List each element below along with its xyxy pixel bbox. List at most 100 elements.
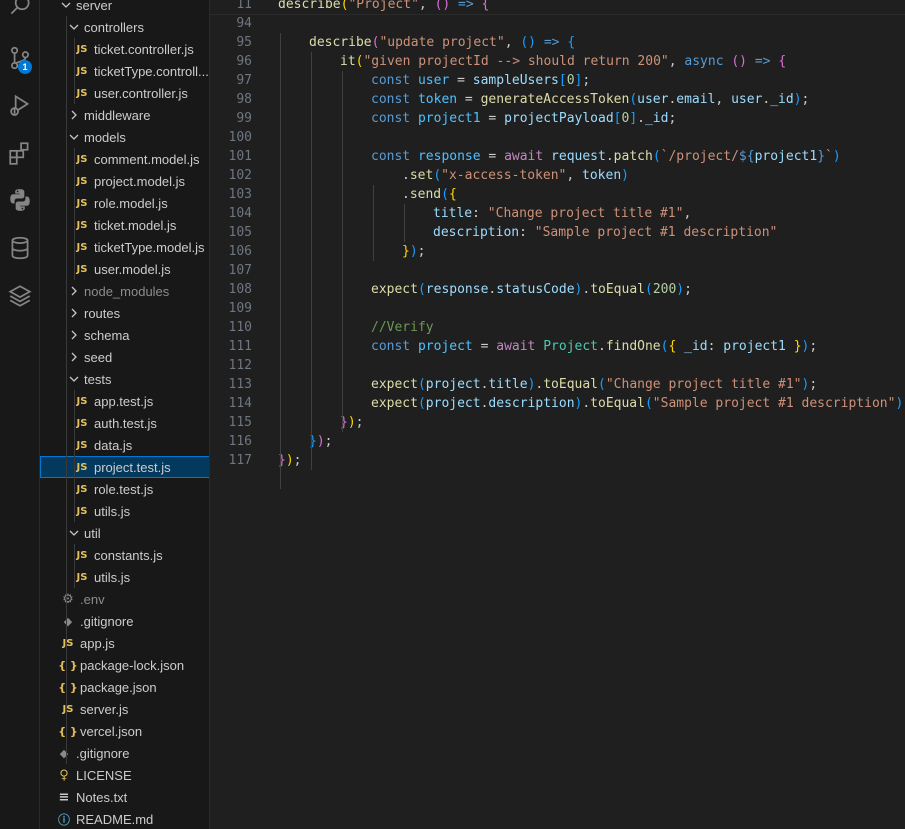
database-icon[interactable] [0,230,40,266]
tree-item-label: Notes.txt [76,789,128,805]
code-line[interactable]: 111 const project = await Project.findOne… [210,337,905,356]
code-text: expect(project.title).toEqual("Change pr… [371,375,817,394]
explorer-panel: server controllers JS ticket.controller.js J… [40,0,210,829]
code-token: expect [371,377,418,392]
tree-file[interactable]: ≡ Notes.txt [40,786,209,808]
js-file-icon: JS [62,703,74,715]
code-line[interactable]: 97 const user = sampleUsers[0]; [210,71,905,90]
code-editor[interactable]: 11 describe("Project", () => {94 95 describ… [210,0,905,829]
git-file-icon: ◆ [63,614,73,628]
tree-folder[interactable]: server [40,0,209,16]
tree-item-label: role.model.js [94,195,168,211]
code-line[interactable]: 103 .send({ [210,185,905,204]
code-token: user [731,92,763,107]
layers-icon[interactable] [0,278,40,314]
js-file-icon: JS [76,505,88,517]
code-line[interactable]: 95 describe("update project", () => { [210,33,905,52]
code-token: `/project/ [660,149,739,164]
code-line[interactable]: 117}); [210,451,905,470]
js-file-icon: JS [76,417,88,429]
code-token: ( [417,377,426,392]
code-line[interactable]: 98 const token = generateAccessToken(user… [210,90,905,109]
code-token: ; [582,73,591,88]
code-text: expect(project.description).toEqual("Sam… [371,394,905,413]
python-icon[interactable] [0,182,40,218]
code-line[interactable]: 102 .set("x-access-token", token) [210,166,905,185]
extensions-icon[interactable] [0,135,40,171]
code-line[interactable]: 96 it("given projectId --> should return … [210,52,905,71]
tree-item-label: util [84,525,101,541]
tree-item-label: project.model.js [94,173,186,189]
code-token: user [417,73,450,88]
code-token: token [582,168,622,183]
code-token: , [504,35,521,50]
code-token: user [637,92,669,107]
code-line[interactable]: 101 const response = await request.patch(… [210,147,905,166]
js-file-icon: JS [76,571,88,583]
code-text: describe("update project", () => { [309,33,575,52]
code-line[interactable]: 108 expect(response.statusCode).toEqual(2… [210,280,905,299]
code-token: patch [613,149,653,164]
chevron-down-icon [66,527,82,539]
js-file-icon: JS [76,175,88,187]
tree-file[interactable]: ⓘ README.md [40,808,209,829]
code-line[interactable]: 114 expect(project.description).toEqual("… [210,394,905,413]
code-line[interactable]: 116}); [210,432,905,451]
code-token: : [707,339,724,354]
tree-indent-guide [74,544,75,588]
code-token: ; [684,282,692,297]
tree-file[interactable]: ♀ LICENSE [40,764,209,786]
tree-item-label: ticketType.controll... [94,63,209,79]
sticky-scroll-line[interactable]: 11 describe("Project", () => { [210,0,905,15]
js-file-icon: JS [76,439,88,451]
run-debug-icon[interactable] [0,87,40,123]
json-file-icon: { } [58,724,78,738]
line-number: 95 [236,35,252,50]
code-line[interactable]: 106}); [210,242,905,261]
tree-item-label: .gitignore [76,745,130,761]
code-token: ) [676,282,685,297]
js-file-icon: JS [76,549,88,561]
code-token: = [457,92,481,107]
code-token: => [754,54,771,69]
code-token: it [340,54,356,69]
code-line[interactable]: 115}); [210,413,905,432]
code-line[interactable]: 113 expect(project.title).toEqual("Change… [210,375,905,394]
json-file-icon: { } [58,680,78,694]
tree-item-label: project.test.js [94,459,171,475]
code-token: project [425,396,481,411]
code-line[interactable]: 112 [210,356,905,375]
code-line[interactable]: 99 const project1 = projectPayload[0]._id… [210,109,905,128]
code-line[interactable]: 104 title: "Change project title #1", [210,204,905,223]
code-token: , [715,92,732,107]
code-token: response [417,149,481,164]
code-line[interactable]: 109 [210,299,905,318]
code-line[interactable]: 100 [210,128,905,147]
line-number: 97 [236,73,252,88]
code-token: . [637,111,645,126]
line-number: 99 [236,111,252,126]
code-token: ] [629,111,638,126]
code-text: const project = await Project.findOne({ … [371,337,817,356]
code-token: , [668,54,685,69]
source-control-icon[interactable]: 1 [0,40,40,76]
code-token: const [371,339,411,354]
code-line[interactable]: 94 [210,14,905,33]
search-icon[interactable] [0,0,40,24]
code-line[interactable]: 105 description: "Sample project #1 descr… [210,223,905,242]
code-token: } [793,339,802,354]
code-token: "x-access-token" [441,168,567,183]
code-token: expect [371,396,418,411]
code-token: = [480,149,505,164]
code-token: "Sample project #1 description" [534,225,778,240]
code-token: ( [433,168,442,183]
code-line[interactable]: 107 [210,261,905,280]
code-line[interactable]: 110 //Verify [210,318,905,337]
indent-guide [280,33,281,489]
code-text: describe("Project", () => { [278,0,489,14]
json-file-icon: { } [58,658,78,672]
code-token: sampleUsers [472,73,559,88]
